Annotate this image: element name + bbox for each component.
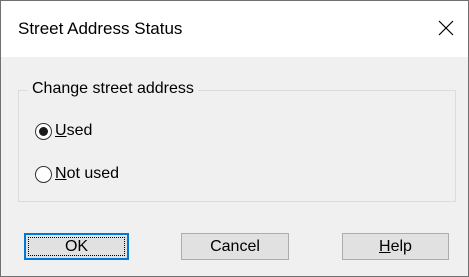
used-radio[interactable]: Used [35,120,92,142]
change-street-address-group [18,90,456,202]
group-legend: Change street address [28,80,198,98]
not-used-label[interactable]: Not used [55,165,119,183]
street-address-status-dialog: Street Address Status Change street addr… [0,0,469,277]
radio-button-selected[interactable] [35,122,52,140]
used-label[interactable]: Used [55,122,92,140]
not-used-radio[interactable]: Not used [35,163,119,185]
dialog-title: Street Address Status [18,19,183,38]
close-icon [438,20,454,36]
title-bar: Street Address Status [1,1,468,57]
focus-rectangle [28,237,125,256]
help-button[interactable]: Help [342,233,449,260]
ok-button[interactable]: OK [24,233,129,260]
help-label: Help [379,237,412,255]
cancel-button[interactable]: Cancel [181,233,289,260]
close-button[interactable] [430,13,462,43]
radio-button-unselected[interactable] [35,165,52,183]
radio-dot [39,126,48,136]
cancel-label: Cancel [210,237,260,255]
